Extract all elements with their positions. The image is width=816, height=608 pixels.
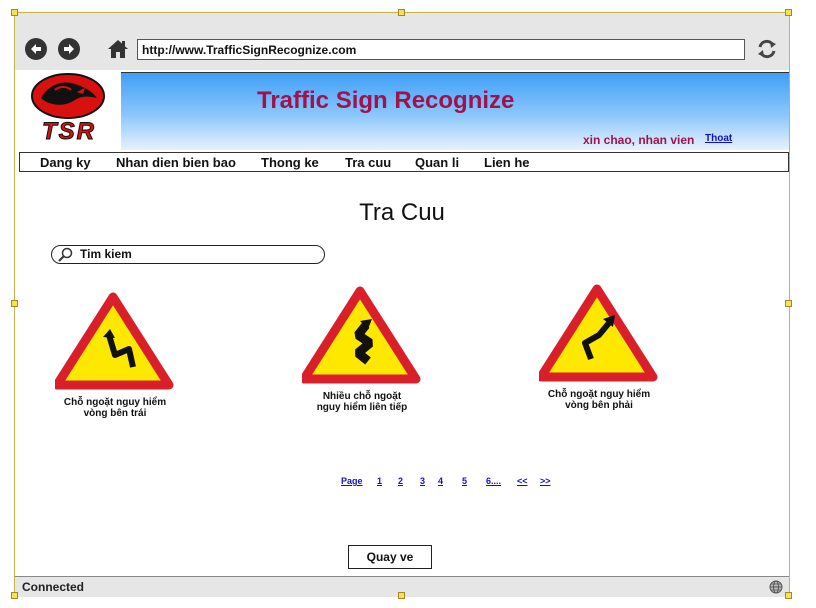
browser-toolbar: http://www.TrafficSignRecognize.com — [15, 13, 789, 70]
refresh-button[interactable] — [755, 37, 779, 61]
menu-item-contact[interactable]: Lien he — [484, 155, 530, 170]
menu-item-manage[interactable]: Quan li — [415, 155, 459, 170]
menu-item-statistics[interactable]: Thong ke — [261, 155, 319, 170]
resize-handle[interactable] — [11, 592, 18, 599]
site-logo[interactable]: TSR — [15, 70, 121, 151]
home-button[interactable] — [107, 38, 129, 60]
search-icon — [58, 247, 73, 262]
home-icon — [108, 40, 128, 58]
page-link-1[interactable]: 1 — [377, 476, 382, 486]
sign-caption-line2: vòng bên phải — [565, 400, 633, 411]
search-placeholder: Tim kiem — [80, 247, 132, 261]
page-link-2[interactable]: 2 — [398, 476, 403, 486]
page-link-3[interactable]: 3 — [420, 476, 425, 486]
resize-handle[interactable] — [785, 9, 792, 16]
winding-road-sign-icon — [302, 286, 421, 384]
back-arrow-icon — [31, 44, 41, 54]
main-menu: Dang ky Nhan dien bien bao Thong ke Tra … — [19, 152, 789, 172]
back-button-quay-ve[interactable]: Quay ve — [348, 545, 432, 569]
logo-text: TSR — [42, 118, 96, 146]
status-text: Connected — [22, 580, 85, 594]
sign-card-left-curve[interactable]: Chỗ ngoặt nguy hiểm vòng bên trái — [55, 291, 175, 421]
refresh-icon — [758, 39, 776, 59]
menu-item-register[interactable]: Dang ky — [40, 155, 91, 170]
resize-handle[interactable] — [785, 592, 792, 599]
menu-item-recognize[interactable]: Nhan dien bien bao — [116, 155, 236, 170]
left-curve-sign-icon — [55, 292, 174, 390]
sign-card-right-curve[interactable]: Chỗ ngoặt nguy hiểm vòng bên phải — [539, 283, 659, 413]
sign-caption-line2: vòng bên trái — [83, 408, 147, 419]
menu-item-lookup[interactable]: Tra cuu — [345, 155, 391, 170]
page-link-prev[interactable]: << — [517, 476, 528, 486]
site-title: Traffic Sign Recognize — [257, 87, 515, 114]
sign-caption-line1: Chỗ ngoặt nguy hiểm — [63, 397, 167, 408]
sign-caption-line1: Chỗ ngoặt nguy hiểm — [547, 389, 651, 400]
sign-card-winding-road[interactable]: Nhiều chỗ ngoặt nguy hiểm liên tiếp — [302, 285, 422, 415]
forward-arrow-icon — [64, 44, 74, 54]
sign-caption-line2: nguy hiểm liên tiếp — [316, 402, 408, 413]
resize-handle[interactable] — [398, 9, 405, 16]
back-button[interactable] — [25, 38, 47, 60]
logout-link[interactable]: Thoat — [705, 133, 732, 144]
search-input[interactable]: Tim kiem — [51, 245, 325, 264]
page-link-4[interactable]: 4 — [438, 476, 443, 486]
page-title: Tra Cuu — [359, 199, 445, 226]
browser-window: http://www.TrafficSignRecognize.com TSR … — [14, 12, 790, 597]
resize-handle[interactable] — [11, 9, 18, 16]
user-greeting: xin chao, nhan vien — [583, 133, 695, 147]
header-banner: Traffic Sign Recognize xin chao, nhan vi… — [121, 72, 789, 150]
resize-handle[interactable] — [785, 300, 792, 307]
page-link-next[interactable]: >> — [540, 476, 551, 486]
resize-handle[interactable] — [11, 300, 18, 307]
globe-icon — [769, 580, 783, 594]
address-bar[interactable]: http://www.TrafficSignRecognize.com — [137, 39, 745, 60]
right-curve-sign-icon — [539, 284, 658, 382]
forward-button[interactable] — [58, 38, 80, 60]
sign-caption-line1: Nhiều chỗ ngoặt — [322, 391, 402, 402]
resize-handle[interactable] — [398, 592, 405, 599]
site-header: TSR Traffic Sign Recognize xin chao, nha… — [15, 70, 789, 151]
page-link-more[interactable]: 6.... — [486, 476, 501, 486]
page-link-5[interactable]: 5 — [462, 476, 467, 486]
pagination-label: Page — [341, 476, 363, 486]
